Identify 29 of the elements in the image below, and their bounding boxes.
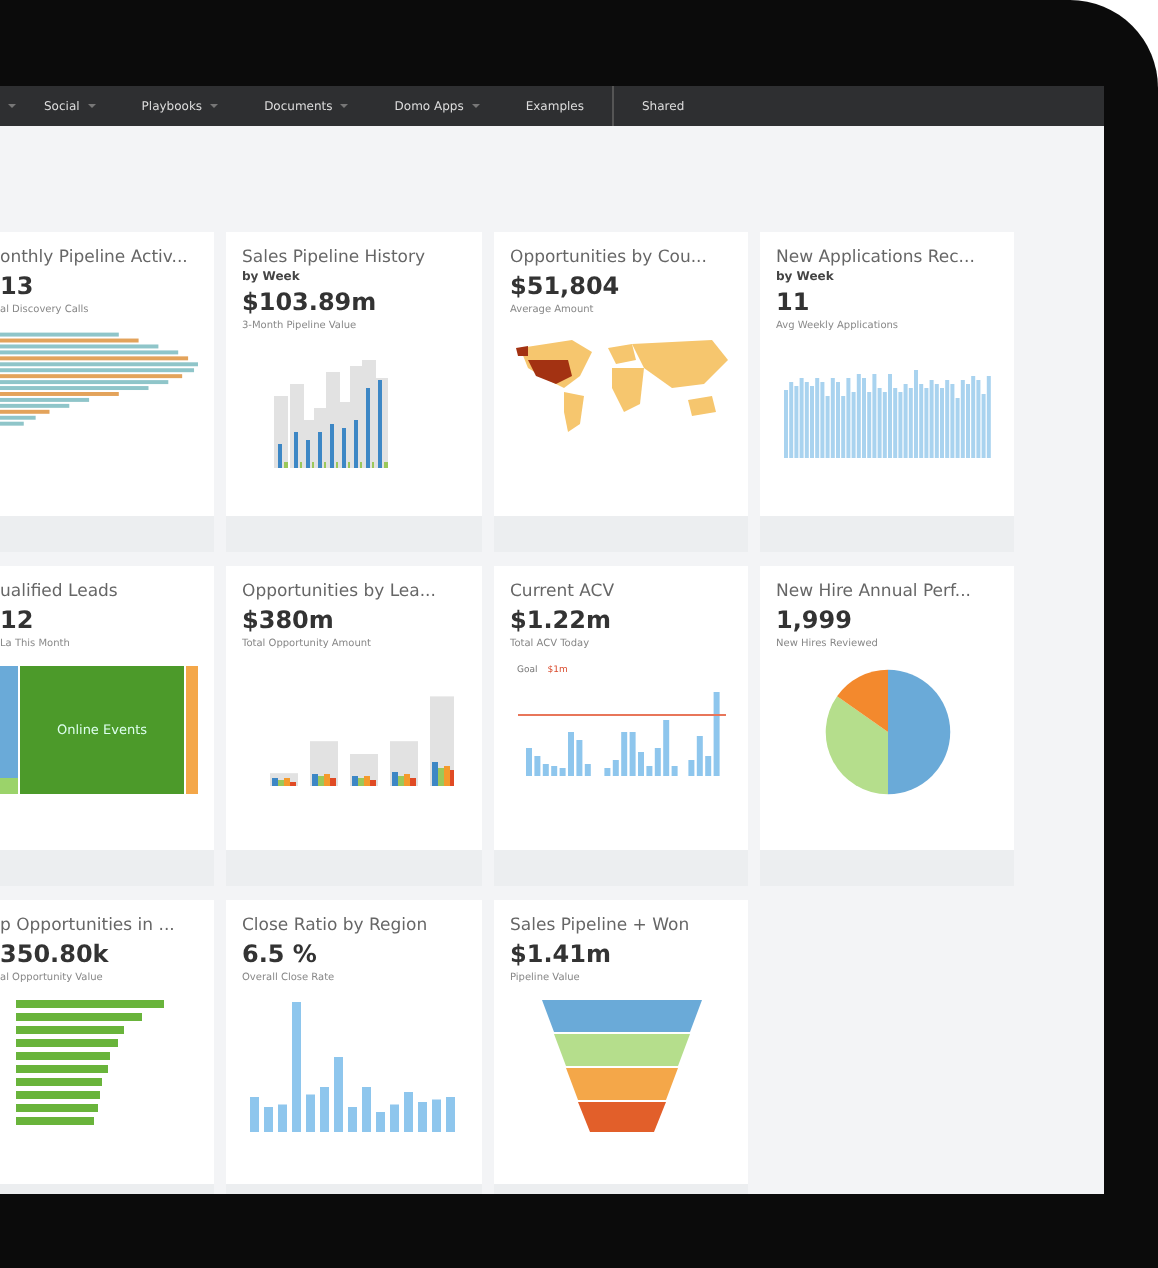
card-value: 13 — [0, 272, 36, 300]
caret-icon — [210, 104, 219, 108]
card-title: New Applications Rec... — [776, 248, 977, 268]
caret-icon — [340, 104, 349, 108]
card-title: ualified Leads — [0, 582, 120, 602]
card-title: Opportunities by Cou... — [510, 248, 709, 268]
card-title: New Hire Annual Perf... — [776, 582, 974, 602]
card-title: onthly Pipeline Activ... — [0, 248, 190, 268]
card-title: Current ACV — [510, 582, 617, 602]
card-value: $103.89m — [242, 288, 379, 316]
card-title: Opportunities by Lea... — [242, 582, 438, 602]
card-value: 6.5 % — [242, 940, 319, 968]
card-value: 11 — [776, 288, 812, 316]
pie-chart-drawing — [821, 666, 953, 798]
caret-icon — [471, 104, 480, 108]
caret-icon — [8, 104, 16, 108]
card-title: Sales Pipeline + Won — [510, 916, 692, 936]
card-value: 12 — [0, 606, 36, 634]
card-title: Close Ratio by Region — [242, 916, 430, 936]
card-value: $1.22m — [510, 606, 613, 634]
card-value: 1,999 — [776, 606, 854, 634]
card-value: 350.80k — [0, 940, 111, 968]
card-title: Sales Pipeline History — [242, 248, 428, 268]
card-value: $51,804 — [510, 272, 622, 300]
treemap-tile — [0, 666, 18, 778]
caret-icon — [87, 104, 96, 108]
card-value: $1.41m — [510, 940, 613, 968]
card-value: $380m — [242, 606, 336, 634]
card-title: p Opportunities in ... — [0, 916, 177, 936]
